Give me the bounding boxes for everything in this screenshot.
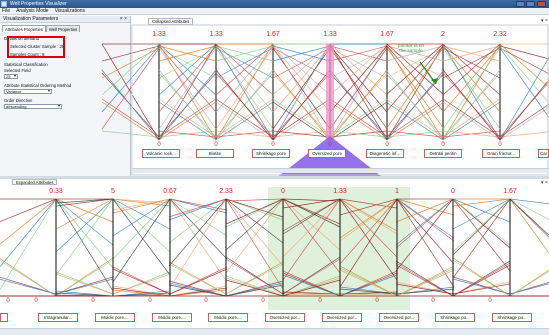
lower-top-value: 5 bbox=[111, 188, 115, 195]
lower-axis-label[interactable]: Intragranular... bbox=[38, 313, 78, 322]
lower-parallel-coordinates[interactable] bbox=[0, 0, 549, 335]
lower-top-value: 1.67 bbox=[503, 188, 517, 195]
lower-series-line bbox=[0, 198, 57, 268]
lower-series-line bbox=[0, 198, 57, 222]
lower-series-line bbox=[168, 198, 227, 290]
lower-axis-label[interactable]: Moldic pore.... bbox=[208, 313, 248, 322]
lower-series-line bbox=[55, 198, 114, 253]
lower-axis-label[interactable]: Moldic pore.... bbox=[95, 313, 135, 322]
lower-series-line bbox=[509, 270, 549, 297]
lower-axis-label-partial bbox=[0, 313, 8, 322]
lower-top-value: 1.33 bbox=[333, 188, 347, 195]
lower-series-line bbox=[55, 198, 114, 246]
lower-bottom-value: 0 bbox=[34, 298, 38, 304]
lower-axis-label[interactable]: Oversized por... bbox=[265, 313, 305, 322]
lower-series-line bbox=[112, 198, 171, 283]
lower-series-line bbox=[0, 278, 57, 295]
lower-top-value: 2.33 bbox=[219, 188, 233, 195]
lower-series-line bbox=[0, 260, 57, 297]
lower-series-line bbox=[55, 198, 114, 269]
lower-series-line bbox=[452, 198, 511, 249]
lower-bottom-value: 0 bbox=[204, 298, 208, 304]
lower-series-line bbox=[509, 198, 549, 254]
lower-bottom-value: 0 bbox=[91, 298, 95, 304]
lower-series-line bbox=[452, 278, 511, 295]
lower-series-line bbox=[55, 198, 114, 230]
lower-horizontal-scrollbar[interactable] bbox=[0, 328, 549, 335]
lower-series-line bbox=[509, 269, 549, 297]
lower-series-line bbox=[452, 198, 511, 272]
lower-bottom-value: 0 bbox=[375, 298, 379, 304]
lower-series-line bbox=[452, 198, 511, 230]
lower-series-line bbox=[0, 198, 57, 245]
lower-axis-label[interactable]: Oversized por... bbox=[379, 313, 419, 322]
lower-series-line bbox=[112, 198, 171, 253]
lower-series-line bbox=[452, 198, 511, 253]
lower-bottom-value: 0 bbox=[6, 298, 10, 304]
lower-axis-label[interactable]: Moldic pore.... bbox=[152, 313, 192, 322]
lower-top-value: 1 bbox=[395, 188, 399, 195]
lower-top-value: 0.67 bbox=[163, 188, 177, 195]
app-window: Well Properties Visualizer File Analysis… bbox=[0, 0, 549, 335]
lower-series-line bbox=[168, 198, 227, 267]
lower-series-line bbox=[112, 198, 171, 276]
lower-series-line bbox=[509, 198, 549, 220]
lower-axis-label[interactable]: Shrinkage po... bbox=[435, 313, 475, 322]
lower-bottom-value: 0 bbox=[148, 298, 152, 304]
lower-axis-label[interactable]: Shrinkage po... bbox=[492, 313, 532, 322]
lower-bottom-value: 0 bbox=[488, 298, 492, 304]
lower-top-value: 0.33 bbox=[49, 188, 63, 195]
lower-axis-label[interactable]: Oversized por... bbox=[322, 313, 362, 322]
lower-top-value: 0 bbox=[451, 188, 455, 195]
lower-bottom-value: 0 bbox=[318, 298, 322, 304]
lower-top-value: 0 bbox=[281, 188, 285, 195]
lower-bottom-value: 0 bbox=[431, 298, 435, 304]
lower-series-line bbox=[112, 198, 171, 230]
lower-series-line bbox=[112, 268, 171, 295]
lower-bottom-value: 0 bbox=[261, 298, 265, 304]
